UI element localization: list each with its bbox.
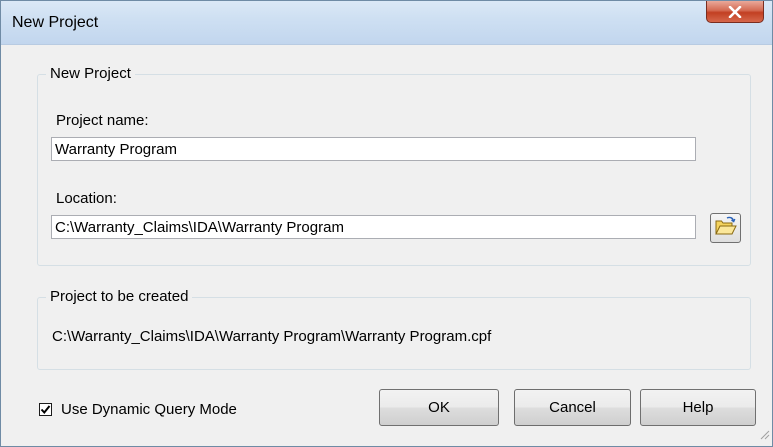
project-file-path: C:\Warranty_Claims\IDA\Warranty Program\… bbox=[52, 328, 492, 345]
location-input[interactable] bbox=[51, 215, 696, 239]
open-folder-icon bbox=[714, 216, 737, 240]
close-button[interactable] bbox=[706, 1, 764, 23]
dynamic-query-checkbox[interactable] bbox=[39, 403, 52, 416]
checkmark-icon bbox=[40, 405, 51, 415]
cancel-button[interactable]: Cancel bbox=[514, 389, 631, 426]
window-title: New Project bbox=[12, 14, 99, 31]
dynamic-query-label: Use Dynamic Query Mode bbox=[61, 401, 237, 418]
new-project-group-legend: New Project bbox=[46, 65, 135, 82]
dynamic-query-option[interactable]: Use Dynamic Query Mode bbox=[39, 401, 237, 418]
new-project-dialog: New Project New Project Project name: Lo… bbox=[0, 0, 773, 447]
project-name-label: Project name: bbox=[56, 112, 149, 129]
close-x-icon bbox=[728, 5, 742, 18]
ok-button[interactable]: OK bbox=[379, 389, 499, 426]
project-name-input[interactable] bbox=[51, 137, 696, 161]
project-to-be-created-legend: Project to be created bbox=[46, 288, 193, 305]
browse-location-button[interactable] bbox=[710, 213, 741, 243]
title-bar[interactable]: New Project bbox=[1, 1, 772, 45]
location-label: Location: bbox=[56, 190, 117, 207]
help-button[interactable]: Help bbox=[640, 389, 756, 426]
resize-grip-icon[interactable] bbox=[758, 427, 770, 444]
